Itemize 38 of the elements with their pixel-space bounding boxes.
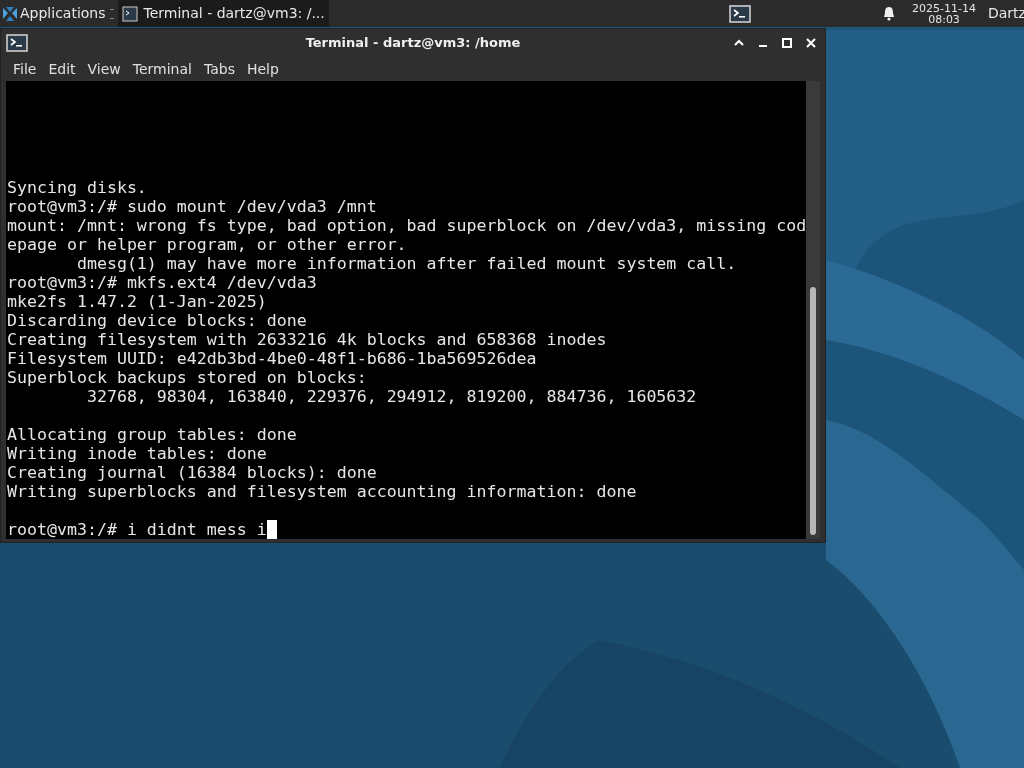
terminal-line: Discarding device blocks: done xyxy=(7,311,308,330)
terminal-line: dmesg(1) may have more information after failed mount system call. xyxy=(75,254,738,273)
terminal-line: 32768, 98304, 163840, 229376, 294912, 819200, 884736, 1605632 xyxy=(85,387,698,406)
bell-icon[interactable] xyxy=(882,6,897,21)
maximize-icon[interactable] xyxy=(779,35,795,51)
terminal-line: Creating filesystem with 2633216 4k blocks and 658368 inodes xyxy=(7,330,608,349)
scrollbar-thumb[interactable] xyxy=(810,287,816,535)
terminal-icon xyxy=(121,5,138,22)
terminal-line: Writing superblocks and filesystem accounting information: done xyxy=(7,482,638,501)
terminal-icon xyxy=(6,34,28,52)
menu-item[interactable]: Terminal xyxy=(126,58,198,80)
scrollbar[interactable] xyxy=(806,81,820,539)
terminal-line: mount: /mnt: wrong fs type, bad option, bad superblock on /dev/vda3, missing cod xyxy=(7,216,806,235)
menu-item[interactable]: Help xyxy=(240,58,285,80)
terminal-line: mke2fs 1.47.2 (1-Jan-2025) xyxy=(7,292,268,311)
clock-text: 2025-11-14 xyxy=(912,2,976,14)
text-cursor xyxy=(266,520,277,539)
window-title: Terminal - dartz@vm3: /home xyxy=(305,34,521,53)
terminal-line: root@vm3:/# i didnt mess i xyxy=(7,520,267,539)
clock[interactable]: 2025-11-14 08:03 xyxy=(912,2,976,25)
menu-item[interactable]: Edit xyxy=(42,58,82,80)
terminal-line: Syncing disks. xyxy=(7,178,148,197)
terminal-line: Superblock backups stored on blocks: xyxy=(7,368,368,387)
clock-text: 08:03 xyxy=(928,13,960,25)
applications-menu[interactable]: Applications xyxy=(0,0,110,27)
menu-item[interactable]: Tabs xyxy=(197,58,241,80)
taskbar-button[interactable]: Terminal - dartz@vm3: /... xyxy=(117,0,329,27)
separator-handle xyxy=(109,8,114,19)
menu-item[interactable]: File xyxy=(1,58,43,80)
terminal-area[interactable] xyxy=(6,81,806,539)
terminal-line: root@vm3:/# sudo mount /dev/vda3 /mnt xyxy=(7,197,378,216)
terminal-line: Writing inode tables: done xyxy=(7,444,268,463)
terminal-line: root@vm3:/# mkfs.ext4 /dev/vda3 xyxy=(7,273,318,292)
terminal-line: Creating journal (16384 blocks): done xyxy=(7,463,378,482)
terminal-line: Allocating group tables: done xyxy=(7,425,298,444)
terminal-line: Filesystem UUID: e42db3bd-4be0-48f1-b686-1ba569526dea xyxy=(7,349,538,368)
menu-item[interactable]: View xyxy=(81,58,127,80)
terminal-line: epage or helper program, or other error. xyxy=(7,235,408,254)
